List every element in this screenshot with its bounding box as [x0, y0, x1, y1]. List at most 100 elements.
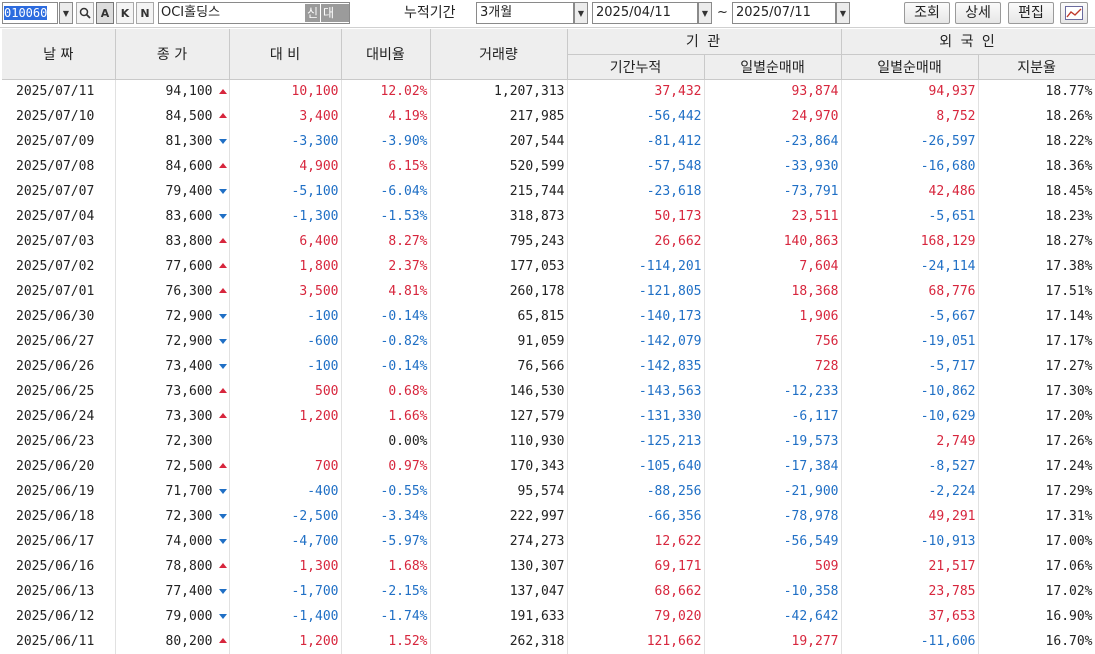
col-header-foreign-daily[interactable]: 일별순매매 — [841, 54, 979, 80]
cell-close-value: 79,000 — [165, 608, 213, 624]
cell-volume: 260,178 — [430, 279, 568, 304]
table-row[interactable]: 2025/06/20 72,500 700 0.97% 170,343 -105,640 -… — [2, 454, 1095, 479]
cell-inst-daily-value: -6,117 — [791, 408, 839, 424]
search-icon[interactable] — [76, 2, 94, 24]
cell-foreign-daily: -5,651 — [841, 204, 979, 229]
cell-inst-cumulative: -23,618 — [567, 179, 705, 204]
cell-inst-cumulative-value: 26,662 — [654, 233, 702, 249]
table-row[interactable]: 2025/06/12 79,000 -1,400 -1.74% 191,633 79,02… — [2, 604, 1095, 629]
table-row[interactable]: 2025/06/27 72,900 -600 -0.82% 91,059 -142,079… — [2, 329, 1095, 354]
table-row[interactable]: 2025/07/02 77,600 1,800 2.37% 177,053 -114,20… — [2, 254, 1095, 279]
table-row[interactable]: 2025/07/10 84,500 3,400 4.19% 217,985 -56,442… — [2, 104, 1095, 129]
edit-button[interactable]: 편집 — [1008, 2, 1054, 24]
end-date-field[interactable]: 2025/07/11 — [732, 2, 836, 24]
cell-date-value: 2025/06/13 — [16, 583, 95, 599]
table-row[interactable]: 2025/06/16 78,800 1,300 1.68% 130,307 69,171 5… — [2, 554, 1095, 579]
table-row[interactable]: 2025/06/30 72,900 -100 -0.14% 65,815 -140,173… — [2, 304, 1095, 329]
stock-code-input[interactable]: 010060 — [2, 2, 58, 24]
table-row[interactable]: 2025/06/23 72,300 0.00% 110,930 -125,213 -19,… — [2, 429, 1095, 454]
col-header-foreign-share[interactable]: 지분율 — [978, 54, 1095, 80]
cell-close: 77,600 — [115, 254, 230, 279]
cell-date-value: 2025/06/23 — [16, 433, 95, 449]
col-header-inst-cumulative[interactable]: 기간누적 — [567, 54, 705, 80]
table-row[interactable]: 2025/06/11 80,200 1,200 1.52% 262,318 121,662… — [2, 629, 1095, 654]
down-arrow-icon — [218, 514, 227, 519]
cell-date-value: 2025/07/02 — [16, 258, 95, 274]
up-arrow-icon — [218, 163, 227, 168]
col-header-inst-daily[interactable]: 일별순매매 — [704, 54, 842, 80]
cell-rate-value: 0.68% — [388, 383, 428, 399]
table-row[interactable]: 2025/07/11 94,100 10,100 12.02% 1,207,313 37,… — [2, 79, 1095, 104]
detail-button[interactable]: 상세 — [955, 2, 1001, 24]
col-header-rate[interactable]: 대비율 — [341, 29, 431, 80]
stock-name-field[interactable]: OCI홀딩스 신 대40 — [158, 2, 350, 24]
cell-foreign-daily: 168,129 — [841, 229, 979, 254]
cell-rate-value: 1.68% — [388, 558, 428, 574]
filter-n-button[interactable]: N — [136, 2, 154, 24]
cell-foreign-daily: 8,752 — [841, 104, 979, 129]
cell-inst-cumulative-value: 37,432 — [654, 83, 702, 99]
cell-volume: 91,059 — [430, 329, 568, 354]
col-header-close[interactable]: 종 가 — [115, 29, 230, 80]
table-row[interactable]: 2025/06/25 73,600 500 0.68% 146,530 -143,563 -… — [2, 379, 1095, 404]
cell-volume-value: 76,566 — [517, 358, 565, 374]
cell-inst-cumulative-value: -105,640 — [638, 458, 702, 474]
table-row[interactable]: 2025/06/18 72,300 -2,500 -3.34% 222,997 -66,3… — [2, 504, 1095, 529]
table-row[interactable]: 2025/07/07 79,400 -5,100 -6.04% 215,744 -23,6… — [2, 179, 1095, 204]
line-chart-icon[interactable] — [1060, 2, 1088, 24]
table-row[interactable]: 2025/06/24 73,300 1,200 1.66% 127,579 -131,33… — [2, 404, 1095, 429]
cell-volume-value: 127,579 — [509, 408, 565, 424]
table-row[interactable]: 2025/06/13 77,400 -1,700 -2.15% 137,047 68,66… — [2, 579, 1095, 604]
start-date-field[interactable]: 2025/04/11 — [592, 2, 698, 24]
up-arrow-icon — [218, 113, 227, 118]
cell-foreign-daily: -11,606 — [841, 629, 979, 654]
cell-volume-value: 520,599 — [509, 158, 565, 174]
cell-foreign-share: 17.17% — [978, 329, 1095, 354]
table-row[interactable]: 2025/07/03 83,800 6,400 8.27% 795,243 26,662 1… — [2, 229, 1095, 254]
chevron-down-icon[interactable]: ▼ — [59, 2, 73, 24]
cell-foreign-daily-value: -10,862 — [920, 383, 976, 399]
cell-inst-cumulative: -140,173 — [567, 304, 705, 329]
down-arrow-icon — [218, 614, 227, 619]
col-header-volume[interactable]: 거래량 — [430, 29, 568, 80]
cell-inst-cumulative-value: -131,330 — [638, 408, 702, 424]
table-row[interactable]: 2025/07/09 81,300 -3,300 -3.90% 207,544 -81,4… — [2, 129, 1095, 154]
chevron-down-icon[interactable]: ▼ — [836, 2, 850, 24]
table-row[interactable]: 2025/06/26 73,400 -100 -0.14% 76,566 -142,835… — [2, 354, 1095, 379]
cell-foreign-daily-value: -5,667 — [928, 308, 976, 324]
chevron-down-icon[interactable]: ▼ — [698, 2, 712, 24]
filter-k-button[interactable]: K — [116, 2, 134, 24]
cell-foreign-daily: -10,862 — [841, 379, 979, 404]
cell-inst-daily: -73,791 — [704, 179, 842, 204]
cell-inst-daily: -19,573 — [704, 429, 842, 454]
cell-rate: 8.27% — [341, 229, 431, 254]
cell-date-value: 2025/06/24 — [16, 408, 95, 424]
period-select[interactable]: 3개월 — [476, 2, 574, 24]
cell-foreign-share: 17.00% — [978, 529, 1095, 554]
cell-change: 3,500 — [229, 279, 342, 304]
table-row[interactable]: 2025/06/19 71,700 -400 -0.55% 95,574 -88,256 -… — [2, 479, 1095, 504]
cell-foreign-share-value: 17.30% — [1045, 383, 1093, 399]
cell-volume: 137,047 — [430, 579, 568, 604]
table-row[interactable]: 2025/07/01 76,300 3,500 4.81% 260,178 -121,80… — [2, 279, 1095, 304]
cell-inst-cumulative-value: -142,079 — [638, 333, 702, 349]
cell-date: 2025/06/20 — [2, 454, 116, 479]
cell-inst-daily: 728 — [704, 354, 842, 379]
cell-rate: -3.34% — [341, 504, 431, 529]
cell-foreign-share: 17.30% — [978, 379, 1095, 404]
cell-volume: 127,579 — [430, 404, 568, 429]
table-row[interactable]: 2025/07/04 83,600 -1,300 -1.53% 318,873 50,17… — [2, 204, 1095, 229]
cell-date: 2025/07/07 — [2, 179, 116, 204]
col-header-change[interactable]: 대 비 — [229, 29, 342, 80]
filter-a-button[interactable]: A — [96, 2, 114, 24]
table-row[interactable]: 2025/07/08 84,600 4,900 6.15% 520,599 -57,548… — [2, 154, 1095, 179]
col-header-date[interactable]: 날 짜 — [2, 29, 116, 80]
cell-foreign-daily-value: -24,114 — [920, 258, 976, 274]
table-row[interactable]: 2025/06/17 74,000 -4,700 -5.97% 274,273 12,62… — [2, 529, 1095, 554]
cell-inst-cumulative-value: -114,201 — [638, 258, 702, 274]
query-button[interactable]: 조회 — [904, 2, 950, 24]
cell-foreign-share: 17.20% — [978, 404, 1095, 429]
cell-change-value: -3,300 — [291, 133, 339, 149]
chevron-down-icon[interactable]: ▼ — [574, 2, 588, 24]
cell-close: 76,300 — [115, 279, 230, 304]
